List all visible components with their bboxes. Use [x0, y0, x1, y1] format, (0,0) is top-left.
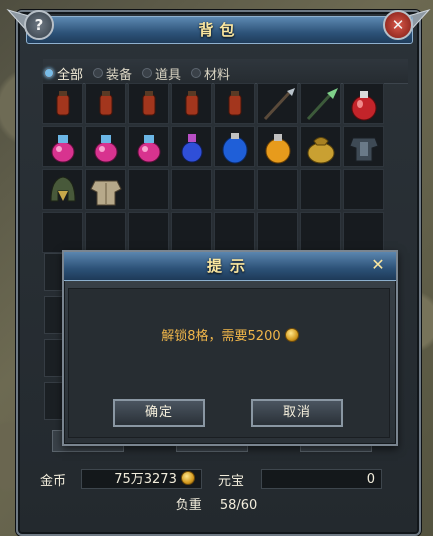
- weight-row: 负重 58/60: [0, 494, 433, 513]
- inventory-slot[interactable]: [300, 126, 341, 167]
- dialog-close-button[interactable]: ✕: [370, 257, 386, 273]
- small-red-potion-icon: [228, 90, 241, 115]
- inventory-slot[interactable]: [214, 126, 255, 167]
- inventory-slot[interactable]: [128, 83, 169, 124]
- inventory-slot[interactable]: [257, 169, 298, 210]
- prompt-dialog: 提示 ✕ 解锁8格，需要5200 确定 取消: [62, 250, 398, 446]
- small-red-potion-icon: [185, 90, 198, 115]
- inventory-slot[interactable]: [343, 212, 384, 253]
- close-icon: ✕: [391, 16, 405, 34]
- tab-label: 材料: [204, 67, 231, 83]
- blue-potion-icon: [181, 133, 202, 162]
- inventory-slot[interactable]: [257, 126, 298, 167]
- radio-dot-icon: [142, 68, 153, 78]
- tab-equipment[interactable]: 装备: [93, 62, 132, 84]
- small-red-potion-icon: [142, 90, 155, 115]
- radio-dot-icon: [44, 68, 54, 78]
- pink-potion-icon: [51, 134, 74, 162]
- inventory-slot[interactable]: [85, 169, 126, 210]
- inventory-slot[interactable]: [171, 212, 212, 253]
- inventory-slot[interactable]: [85, 83, 126, 124]
- inventory-grid: [41, 82, 387, 254]
- dark-spear-icon: [263, 87, 295, 120]
- leather-armor-icon: [89, 180, 122, 205]
- large-blue-potion-icon: [222, 132, 247, 163]
- inventory-slot[interactable]: [214, 212, 255, 253]
- gold-coin-icon: [284, 328, 299, 342]
- inventory-slot[interactable]: [42, 212, 83, 253]
- small-red-potion-icon: [56, 90, 69, 115]
- green-helmet-icon: [49, 175, 76, 201]
- green-spear-icon: [306, 87, 338, 120]
- inventory-slot[interactable]: [171, 169, 212, 210]
- inventory-slot[interactable]: [128, 126, 169, 167]
- inventory-slot[interactable]: [343, 126, 384, 167]
- tab-label: 装备: [106, 67, 133, 83]
- inventory-slot[interactable]: [214, 169, 255, 210]
- large-red-potion-icon: [351, 90, 376, 120]
- weight-value: 58/60: [219, 498, 258, 513]
- dialog-message-text: 解锁8格，需要5200: [161, 329, 281, 344]
- tab-all[interactable]: 全部: [44, 62, 83, 84]
- gold-field: 75万3273: [81, 469, 202, 489]
- question-icon: ?: [34, 16, 44, 34]
- inventory-slot[interactable]: [85, 212, 126, 253]
- inventory-slot[interactable]: [42, 126, 83, 167]
- inventory-slot[interactable]: [300, 83, 341, 124]
- tab-items[interactable]: 道具: [142, 62, 181, 84]
- inventory-slot[interactable]: [300, 212, 341, 253]
- yuanbao-value: 0: [366, 472, 375, 487]
- radio-dot-icon: [191, 68, 202, 78]
- inventory-slot[interactable]: [300, 169, 341, 210]
- inventory-slot[interactable]: [42, 169, 83, 210]
- dark-armor-icon: [348, 137, 379, 161]
- window-title: 背包: [26, 16, 413, 44]
- orange-potion-icon: [265, 133, 290, 163]
- tab-list: 全部 装备 道具 材料: [44, 62, 408, 84]
- radio-dot-icon: [93, 68, 104, 78]
- dialog-message: 解锁8格，需要5200: [64, 325, 396, 344]
- weight-label: 负重: [175, 498, 202, 513]
- tab-label: 道具: [155, 67, 182, 83]
- inventory-slot[interactable]: [42, 83, 83, 124]
- small-red-potion-icon: [99, 90, 112, 115]
- help-button[interactable]: ?: [24, 10, 54, 40]
- inventory-slot[interactable]: [171, 126, 212, 167]
- currency-row: 金币 75万3273 元宝 0: [40, 468, 382, 490]
- confirm-button[interactable]: 确定: [113, 399, 205, 427]
- gold-value: 75万3273: [114, 472, 177, 487]
- close-button[interactable]: ✕: [383, 10, 413, 40]
- inventory-slot[interactable]: [128, 169, 169, 210]
- gold-bag-icon: [307, 136, 334, 163]
- inventory-slot[interactable]: [214, 83, 255, 124]
- inventory-slot[interactable]: [343, 169, 384, 210]
- gold-label: 金币: [40, 473, 67, 489]
- pink-potion-icon: [137, 134, 160, 162]
- inventory-slot[interactable]: [128, 212, 169, 253]
- dialog-title: 提示: [64, 252, 396, 281]
- inventory-slot[interactable]: [343, 83, 384, 124]
- inventory-slot[interactable]: [257, 212, 298, 253]
- inventory-slot[interactable]: [85, 126, 126, 167]
- tab-materials[interactable]: 材料: [191, 62, 230, 84]
- yuanbao-field: 0: [261, 469, 382, 489]
- yuanbao-label: 元宝: [218, 473, 245, 489]
- inventory-slot[interactable]: [257, 83, 298, 124]
- gold-coin-icon: [181, 471, 195, 485]
- close-icon: ✕: [371, 255, 385, 274]
- pink-potion-icon: [94, 134, 117, 162]
- inventory-slot[interactable]: [171, 83, 212, 124]
- tab-label: 全部: [57, 67, 84, 83]
- cancel-button[interactable]: 取消: [251, 399, 343, 427]
